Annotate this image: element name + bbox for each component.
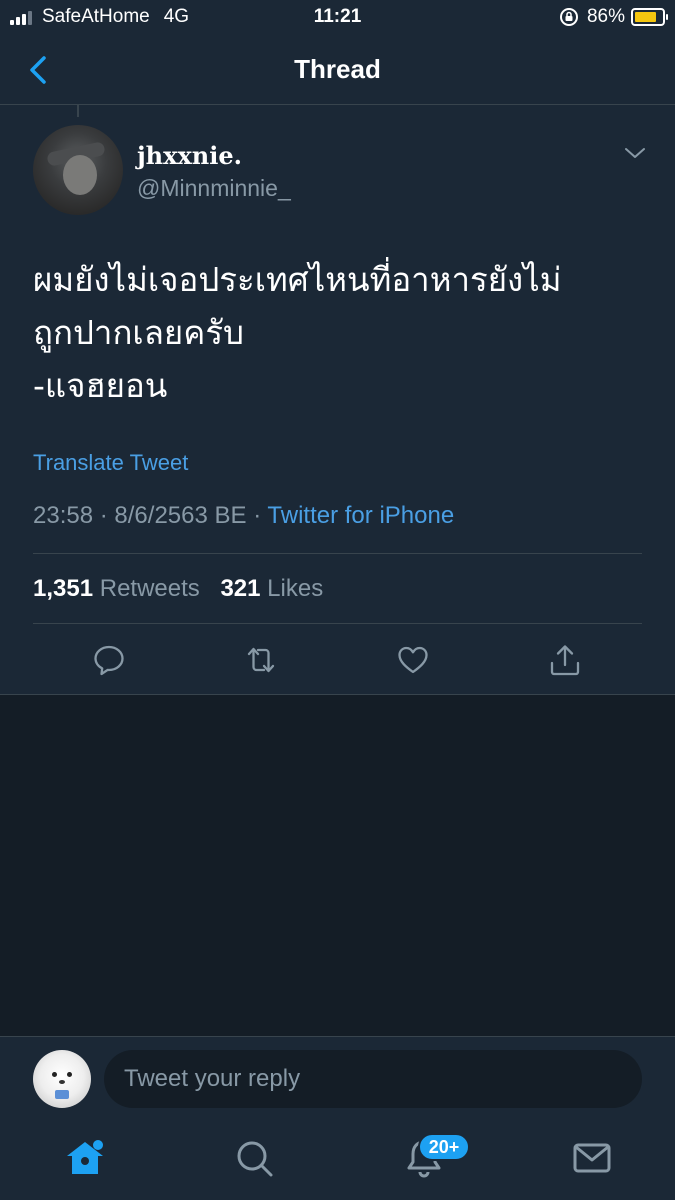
reply-icon[interactable] <box>92 643 126 677</box>
retweets-stat[interactable]: 1,351 Retweets <box>33 575 200 602</box>
tweet-actions <box>0 625 675 695</box>
divider <box>33 553 642 554</box>
reply-bar <box>0 1036 675 1123</box>
tweet-detail: jhxxnie. @Minnminnie_ ผมยังไม่เจอประเทศไ… <box>0 105 675 695</box>
tab-bar <box>0 1122 675 1200</box>
translate-tweet-link[interactable]: Translate Tweet <box>33 450 188 476</box>
meta-separator: · <box>99 502 108 529</box>
notifications-badge: 20+ <box>418 1133 470 1161</box>
home-icon[interactable] <box>63 1136 107 1180</box>
thread-connector <box>77 105 79 117</box>
share-icon[interactable] <box>548 643 582 677</box>
like-icon[interactable] <box>396 643 430 677</box>
likes-count: 321 <box>220 575 261 602</box>
retweets-label: Retweets <box>99 575 200 602</box>
status-right: 86% <box>559 6 668 28</box>
messages-icon[interactable] <box>570 1136 614 1180</box>
chevron-down-icon[interactable] <box>623 145 647 161</box>
retweets-count: 1,351 <box>33 575 94 602</box>
battery-percent: 86% <box>586 6 625 27</box>
nav-bar: Thread <box>0 36 675 105</box>
likes-stat[interactable]: 321 Likes <box>220 575 323 602</box>
divider <box>33 623 642 624</box>
tweet-text: ผมยังไม่เจอประเทศไหนที่อาหารยังไม่ ถูกปา… <box>33 260 562 405</box>
retweet-icon[interactable] <box>244 643 278 677</box>
status-bar: SafeAtHome 4G 11:21 86% <box>0 0 675 36</box>
battery-icon <box>631 8 668 26</box>
meta-separator: · <box>253 502 262 529</box>
tweet-time: 23:58 <box>33 502 94 529</box>
likes-label: Likes <box>267 575 324 602</box>
tweet-stats: 1,351 Retweets 321 Likes <box>33 575 323 603</box>
reply-input[interactable] <box>104 1050 642 1108</box>
author-display-name[interactable]: jhxxnie. <box>137 141 242 170</box>
my-avatar[interactable] <box>33 1050 91 1108</box>
author-avatar[interactable] <box>33 125 123 215</box>
orientation-lock-icon <box>559 8 578 26</box>
page-title: Thread <box>294 54 381 84</box>
author-handle[interactable]: @Minnminnie_ <box>137 175 291 202</box>
tweet-meta: 23:58 · 8/6/2563 BE · Twitter for iPhone <box>33 502 454 530</box>
search-icon[interactable] <box>232 1136 276 1180</box>
battery-fill <box>635 12 656 22</box>
tweet-source-link[interactable]: Twitter for iPhone <box>267 502 454 529</box>
tweet-date: 8/6/2563 BE <box>114 502 247 529</box>
